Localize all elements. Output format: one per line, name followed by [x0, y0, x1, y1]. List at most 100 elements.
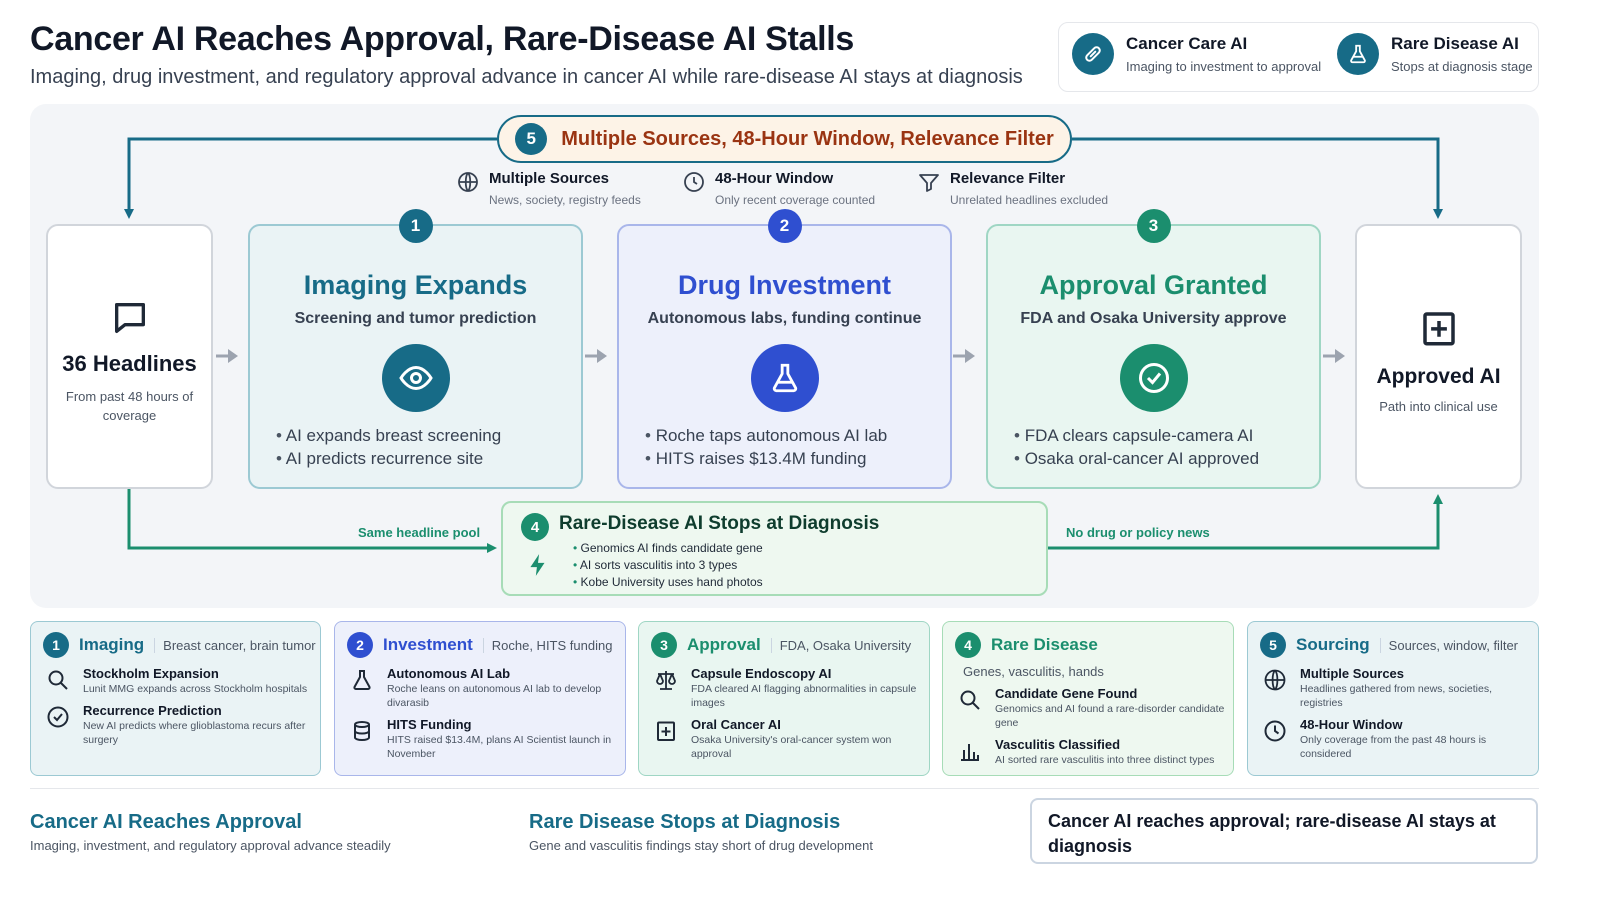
bar-chart-icon	[957, 737, 983, 767]
footer-left-sub: Imaging, investment, and regulatory appr…	[30, 838, 391, 853]
check-circle-icon	[45, 703, 71, 747]
stage-bullet: Osaka oral-cancer AI approved	[1014, 447, 1319, 470]
page-subtitle: Imaging, drug investment, and regulatory…	[30, 66, 1023, 88]
card-tag: FDA, Osaka University	[770, 637, 911, 653]
entry-desc: New AI predicts where glioblastoma recur…	[83, 720, 306, 746]
source-sub: Unrelated headlines excluded	[950, 193, 1109, 207]
step-number: 2	[767, 209, 802, 243]
entry-title: 48-Hour Window	[1300, 717, 1403, 732]
source-title: Relevance Filter	[950, 170, 1066, 187]
stage-sub: Screening and tumor prediction	[294, 310, 537, 327]
legend-rare-sub: Stops at diagnosis stage	[1391, 59, 1533, 74]
entry-desc: HITS raised $13.4M, plans AI Scientist l…	[387, 734, 612, 760]
stage-bullet: AI predicts recurrence site	[276, 447, 581, 470]
stage-sub: Autonomous labs, funding continue	[647, 310, 922, 327]
card-tag: Genes, vasculitis, hands	[963, 664, 1104, 679]
card-entry: 48-Hour Window Only coverage from the pas…	[1262, 717, 1532, 761]
bolt-icon	[525, 549, 551, 586]
conclusion-box: Cancer AI reaches approval; rare-disease…	[1030, 798, 1538, 864]
stage-bullet: FDA clears capsule-camera AI	[1014, 424, 1319, 447]
footer-mid-title: Rare Disease Stops at Diagnosis	[529, 811, 841, 833]
scales-icon	[653, 666, 679, 710]
card-entry: Stockholm Expansion Lunit MMG expands acr…	[45, 666, 315, 696]
medical-plus-icon	[653, 717, 679, 761]
footer-mid-sub: Gene and vasculitis findings stay short …	[529, 838, 873, 853]
approved-title: Approved AI	[1376, 365, 1501, 388]
step-number: 5	[1260, 632, 1286, 658]
card-entry: Vasculitis Classified AI sorted rare vasc…	[957, 737, 1227, 767]
globe-icon	[1262, 666, 1288, 710]
legend-cancer-title: Cancer Care AI	[1126, 34, 1248, 53]
headlines-box: 36 Headlines From past 48 hours of cover…	[46, 224, 213, 489]
step-number: 5	[515, 123, 548, 155]
card-title: Rare Disease	[991, 635, 1098, 654]
card-investment: 2 Investment Roche, HITS funding Autonom…	[334, 621, 626, 776]
clock-icon	[1262, 717, 1288, 761]
rare-bullet: AI sorts vasculitis into 3 types	[573, 557, 763, 574]
entry-desc: Headlines gathered from news, societies,…	[1300, 683, 1493, 709]
entry-desc: Only coverage from the past 48 hours is …	[1300, 734, 1487, 760]
approved-sub: Path into clinical use	[1379, 399, 1498, 414]
footer-left-title: Cancer AI Reaches Approval	[30, 811, 302, 833]
source-title: 48-Hour Window	[715, 170, 834, 187]
entry-desc: Osaka University's oral-cancer system wo…	[691, 734, 892, 760]
flask-icon	[750, 344, 819, 412]
entry-title: Stockholm Expansion	[83, 666, 219, 681]
medical-plus-icon	[1357, 306, 1520, 355]
legend-item-cancer: Cancer Care AI Imaging to investment to …	[1072, 33, 1321, 75]
clock-icon	[682, 170, 706, 207]
entry-desc: AI sorted rare vasculitis into three dis…	[995, 754, 1215, 766]
entry-desc: Lunit MMG expands across Stockholm hospi…	[83, 683, 308, 695]
flow-label-same-pool: Same headline pool	[358, 525, 481, 540]
card-rare-disease: 4 Rare Disease Genes, vasculitis, hands …	[942, 621, 1234, 776]
source-sub: Only recent coverage counted	[715, 193, 876, 207]
step-number: 2	[347, 632, 373, 658]
flask-icon	[349, 666, 375, 710]
globe-icon	[456, 170, 480, 207]
card-title: Approval	[687, 635, 761, 654]
card-entry: Capsule Endoscopy AI FDA cleared AI flagg…	[653, 666, 923, 710]
entry-title: Candidate Gene Found	[995, 686, 1138, 701]
card-tag: Breast cancer, brain tumor	[154, 637, 316, 653]
card-tag: Sources, window, filter	[1379, 637, 1518, 653]
flask-icon	[1337, 33, 1379, 75]
card-entry: Multiple Sources Headlines gathered from …	[1262, 666, 1532, 710]
check-icon	[1119, 344, 1188, 412]
chat-icon	[48, 298, 211, 343]
entry-title: Recurrence Prediction	[83, 703, 222, 718]
legend-item-rare: Rare Disease AI Stops at diagnosis stage	[1337, 33, 1533, 75]
entry-desc: Genomics and AI found a rare-disorder ca…	[995, 703, 1225, 729]
sourcing-pill: 5 Multiple Sources, 48-Hour Window, Rele…	[497, 115, 1072, 163]
headlines-sub: From past 48 hours of coverage	[65, 389, 194, 423]
step-number: 4	[955, 632, 981, 658]
source-item-filter: Relevance Filter Unrelated headlines exc…	[917, 170, 1108, 207]
stage-bullet: Roche taps autonomous AI lab	[645, 424, 950, 447]
card-title: Imaging	[79, 635, 145, 654]
card-entry: Candidate Gene Found Genomics and AI foun…	[957, 686, 1227, 730]
source-item-multiple: Multiple Sources News, society, registry…	[456, 170, 641, 207]
card-tag: Roche, HITS funding	[482, 637, 612, 653]
entry-title: HITS Funding	[387, 717, 472, 732]
legend-rare-title: Rare Disease AI	[1391, 34, 1519, 53]
card-entry: Autonomous AI Lab Roche leans on autonomo…	[349, 666, 619, 710]
source-sub: News, society, registry feeds	[489, 193, 641, 207]
entry-title: Capsule Endoscopy AI	[691, 666, 832, 681]
card-imaging: 1 Imaging Breast cancer, brain tumor Sto…	[30, 621, 321, 776]
card-title: Sourcing	[1296, 635, 1370, 654]
entry-title: Vasculitis Classified	[995, 737, 1121, 752]
entry-desc: FDA cleared AI flagging abnormalities in…	[691, 683, 917, 709]
page-title: Cancer AI Reaches Approval, Rare-Disease…	[30, 20, 855, 58]
filter-icon	[917, 170, 941, 207]
step-number: 3	[651, 632, 677, 658]
flow-label-no-drug: No drug or policy news	[1066, 525, 1210, 540]
search-icon	[957, 686, 983, 730]
stage-imaging: 1 Imaging Expands Screening and tumor pr…	[248, 209, 583, 489]
step-number: 1	[43, 632, 69, 658]
stage-title: Imaging Expands	[303, 270, 528, 300]
card-entry: HITS Funding HITS raised $13.4M, plans AI…	[349, 717, 619, 761]
legend: Cancer Care AI Imaging to investment to …	[1058, 22, 1539, 92]
card-approval: 3 Approval FDA, Osaka University Capsule…	[638, 621, 930, 776]
rare-disease-box: 4 Rare-Disease AI Stops at Diagnosis Gen…	[501, 501, 1048, 596]
stage-sub: FDA and Osaka University approve	[1020, 310, 1287, 327]
stage-investment: 2 Drug Investment Autonomous labs, fundi…	[617, 209, 952, 489]
